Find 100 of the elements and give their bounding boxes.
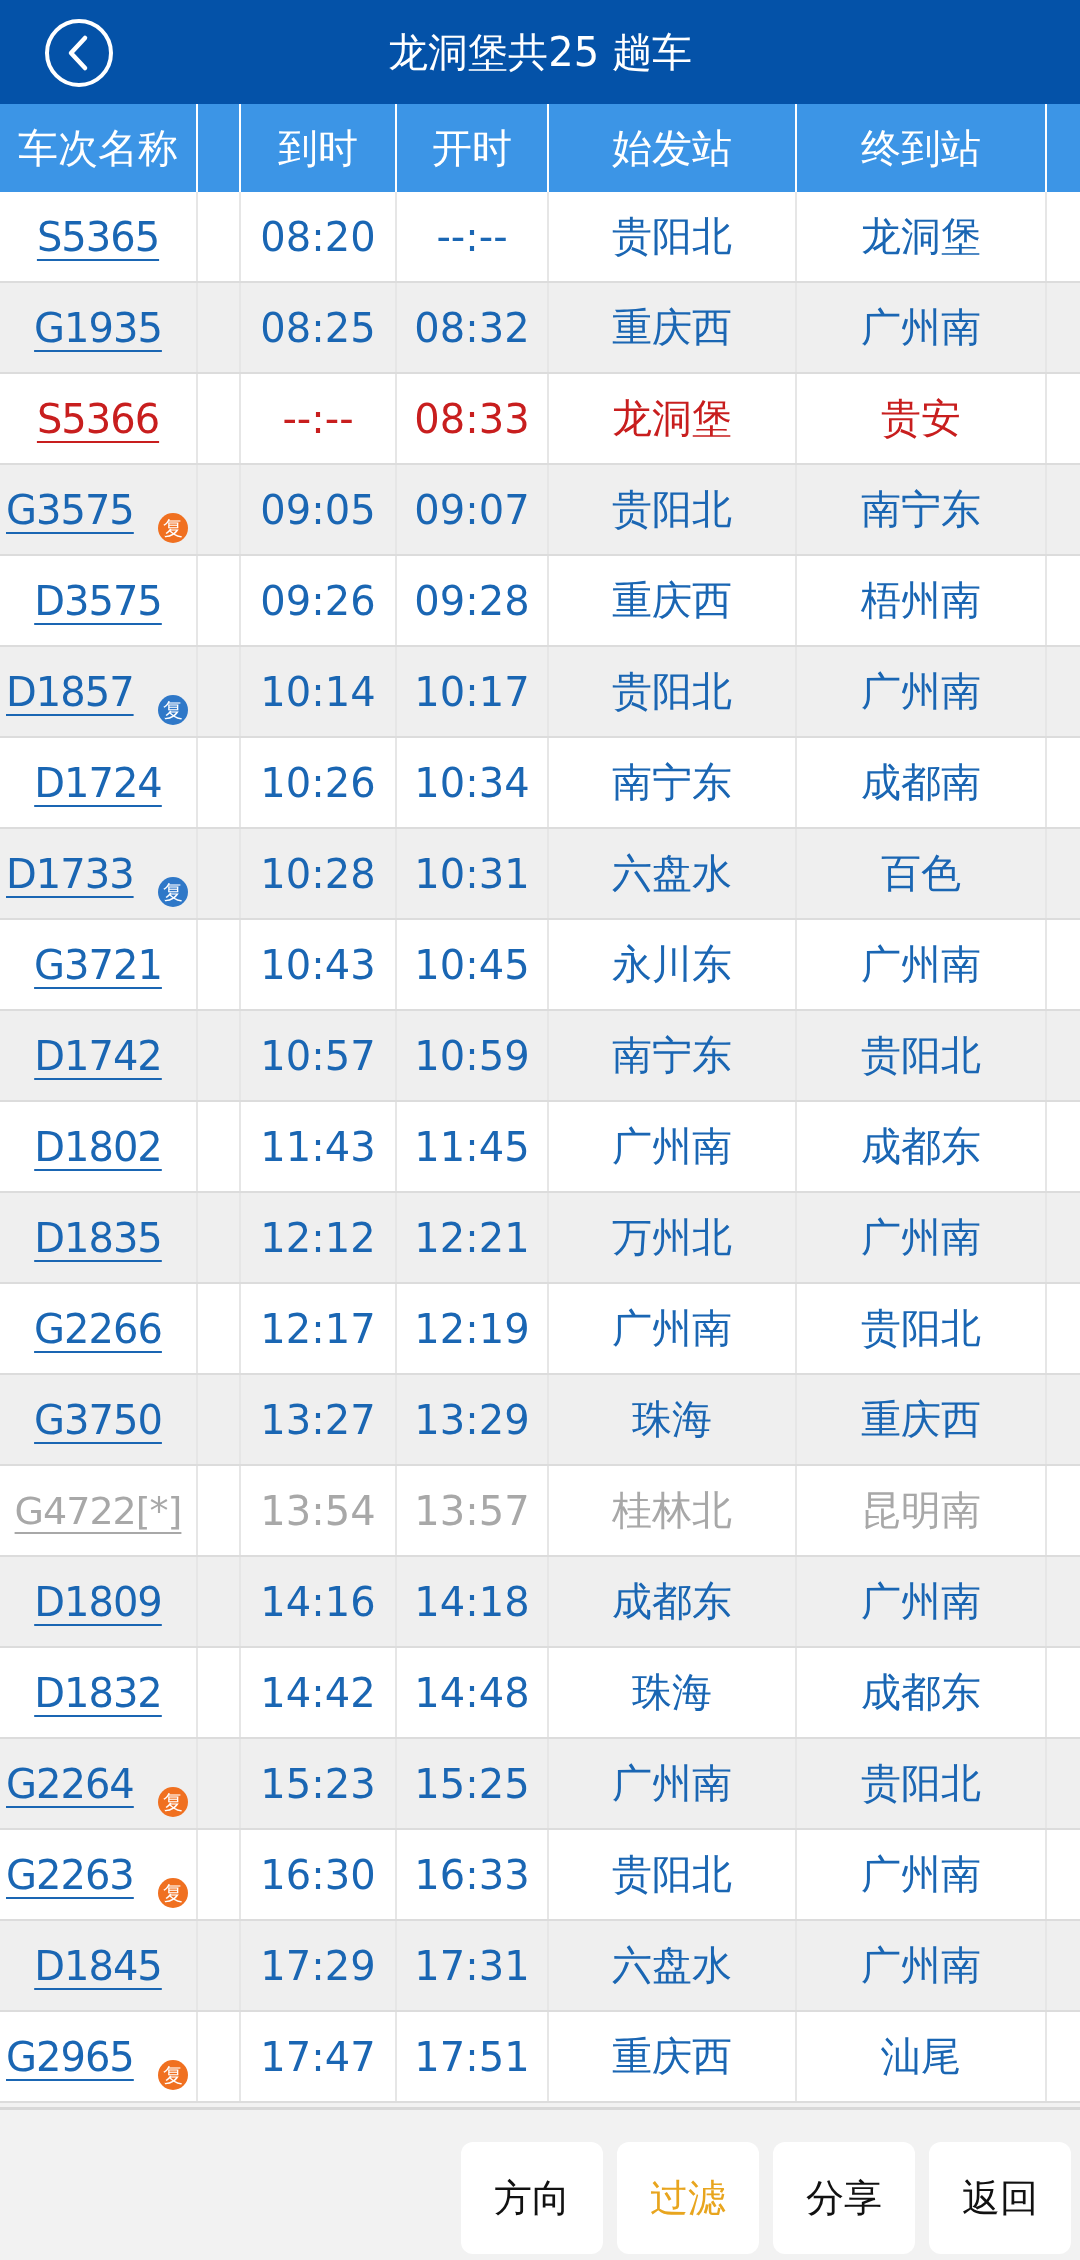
origin-station: 万州北 bbox=[549, 1193, 797, 1282]
departure-time: 12:21 bbox=[397, 1193, 549, 1282]
train-link[interactable]: D1724 bbox=[34, 759, 162, 806]
train-link[interactable]: D1857 bbox=[6, 668, 134, 715]
origin-station: 珠海 bbox=[549, 1375, 797, 1464]
departure-time: 08:32 bbox=[397, 283, 549, 372]
window-title: 龙洞堡共25 趟车 bbox=[387, 27, 693, 77]
back-icon[interactable] bbox=[44, 18, 114, 88]
arrival-time: 13:27 bbox=[241, 1375, 397, 1464]
arrival-time: 12:12 bbox=[241, 1193, 397, 1282]
train-link[interactable]: G2965 bbox=[6, 2033, 134, 2080]
departure-time: 12:19 bbox=[397, 1284, 549, 1373]
toolbar-button[interactable]: 返回 bbox=[929, 2142, 1071, 2254]
train-link[interactable]: S5365 bbox=[36, 213, 160, 260]
departure-time: 17:51 bbox=[397, 2012, 549, 2101]
origin-station: 贵阳北 bbox=[549, 647, 797, 736]
origin-station: 珠海 bbox=[549, 1648, 797, 1737]
origin-station: 六盘水 bbox=[549, 1921, 797, 2010]
toolbar-button[interactable]: 方向 bbox=[461, 2142, 603, 2254]
terminus-station: 龙洞堡 bbox=[797, 192, 1047, 281]
origin-station: 龙洞堡 bbox=[549, 374, 797, 463]
departure-time: 09:07 bbox=[397, 465, 549, 554]
terminus-station: 广州南 bbox=[797, 1193, 1047, 1282]
departure-time: 13:57 bbox=[397, 1466, 549, 1555]
arrival-time: --:-- bbox=[241, 374, 397, 463]
train-link[interactable]: G2263 bbox=[6, 1851, 134, 1898]
arrival-time: 17:47 bbox=[241, 2012, 397, 2101]
badge: 复 bbox=[158, 2060, 188, 2090]
arrival-time: 10:43 bbox=[241, 920, 397, 1009]
train-link[interactable]: G2266 bbox=[34, 1305, 162, 1352]
terminus-station: 百色 bbox=[797, 829, 1047, 918]
badge: 复 bbox=[158, 1787, 188, 1817]
train-link[interactable]: S5366 bbox=[36, 395, 160, 442]
origin-station: 成都东 bbox=[549, 1557, 797, 1646]
terminus-station: 成都南 bbox=[797, 738, 1047, 827]
arrival-time: 08:20 bbox=[241, 192, 397, 281]
train-link[interactable]: G3721 bbox=[34, 941, 162, 988]
arrival-time: 08:25 bbox=[241, 283, 397, 372]
toolbar-button[interactable]: 分享 bbox=[773, 2142, 915, 2254]
arrival-time: 14:42 bbox=[241, 1648, 397, 1737]
origin-station: 永川东 bbox=[549, 920, 797, 1009]
origin-station: 桂林北 bbox=[549, 1466, 797, 1555]
origin-station: 广州南 bbox=[549, 1739, 797, 1828]
terminus-station: 广州南 bbox=[797, 283, 1047, 372]
train-link[interactable]: G1935 bbox=[34, 304, 162, 351]
departure-time: 17:31 bbox=[397, 1921, 549, 2010]
badge: 复 bbox=[158, 513, 188, 543]
terminus-station: 重庆西 bbox=[797, 1375, 1047, 1464]
train-link[interactable]: G3575 bbox=[6, 486, 134, 533]
terminus-station: 广州南 bbox=[797, 647, 1047, 736]
departure-time: --:-- bbox=[397, 192, 549, 281]
arrival-time: 14:16 bbox=[241, 1557, 397, 1646]
train-link[interactable]: D1845 bbox=[34, 1942, 162, 1989]
train-link[interactable]: D1802 bbox=[34, 1123, 162, 1170]
arrival-time: 10:26 bbox=[241, 738, 397, 827]
terminus-station: 梧州南 bbox=[797, 556, 1047, 645]
train-link[interactable]: G2264 bbox=[6, 1760, 134, 1807]
arrival-time: 11:43 bbox=[241, 1102, 397, 1191]
origin-station: 重庆西 bbox=[549, 2012, 797, 2101]
terminus-station: 汕尾 bbox=[797, 2012, 1047, 2101]
departure-time: 16:33 bbox=[397, 1830, 549, 1919]
badge: 复 bbox=[158, 695, 188, 725]
terminus-station: 广州南 bbox=[797, 1557, 1047, 1646]
departure-time: 14:18 bbox=[397, 1557, 549, 1646]
departure-time: 10:45 bbox=[397, 920, 549, 1009]
badge: 复 bbox=[158, 877, 188, 907]
departure-time: 14:48 bbox=[397, 1648, 549, 1737]
arrival-time: 17:29 bbox=[241, 1921, 397, 2010]
train-link[interactable]: D3575 bbox=[34, 577, 162, 624]
origin-station: 贵阳北 bbox=[549, 192, 797, 281]
departure-time: 10:31 bbox=[397, 829, 549, 918]
origin-station: 广州南 bbox=[549, 1102, 797, 1191]
terminus-station: 广州南 bbox=[797, 920, 1047, 1009]
train-link[interactable]: G3750 bbox=[34, 1396, 162, 1443]
departure-time: 10:34 bbox=[397, 738, 549, 827]
train-link[interactable]: D1832 bbox=[34, 1669, 162, 1716]
arrival-time: 10:57 bbox=[241, 1011, 397, 1100]
departure-time: 11:45 bbox=[397, 1102, 549, 1191]
terminus-station: 贵阳北 bbox=[797, 1284, 1047, 1373]
train-link[interactable]: D1742 bbox=[34, 1032, 162, 1079]
arrival-time: 10:14 bbox=[241, 647, 397, 736]
terminus-station: 贵安 bbox=[797, 374, 1047, 463]
train-link[interactable]: D1733 bbox=[6, 850, 134, 897]
arrival-time: 10:28 bbox=[241, 829, 397, 918]
arrival-time: 16:30 bbox=[241, 1830, 397, 1919]
origin-station: 六盘水 bbox=[549, 829, 797, 918]
origin-station: 南宁东 bbox=[549, 738, 797, 827]
origin-station: 重庆西 bbox=[549, 556, 797, 645]
arrival-time: 15:23 bbox=[241, 1739, 397, 1828]
departure-time: 13:29 bbox=[397, 1375, 549, 1464]
origin-station: 贵阳北 bbox=[549, 1830, 797, 1919]
departure-time: 10:59 bbox=[397, 1011, 549, 1100]
arrival-time: 13:54 bbox=[241, 1466, 397, 1555]
arrival-time: 09:26 bbox=[241, 556, 397, 645]
terminus-station: 广州南 bbox=[797, 1921, 1047, 2010]
train-link[interactable]: D1835 bbox=[34, 1214, 162, 1261]
origin-station: 贵阳北 bbox=[549, 465, 797, 554]
departure-time: 15:25 bbox=[397, 1739, 549, 1828]
train-link[interactable]: D1809 bbox=[34, 1578, 162, 1625]
arrival-time: 09:05 bbox=[241, 465, 397, 554]
